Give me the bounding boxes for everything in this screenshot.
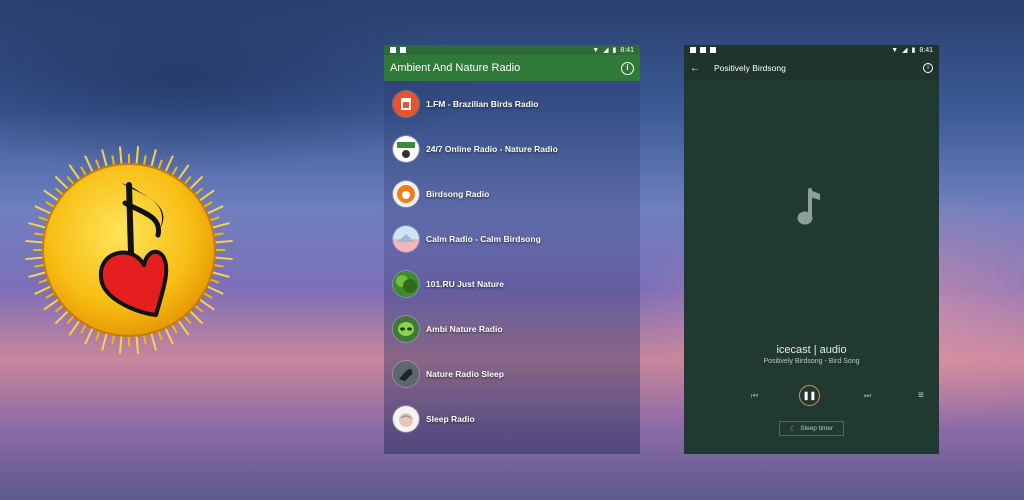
status-bar: ▼ ◢ ▮ 8:41 <box>384 45 640 55</box>
station-name: 1.FM - Brazilian Birds Radio <box>426 98 539 109</box>
station-item[interactable]: 1.FM - Brazilian Birds Radio <box>384 81 640 126</box>
info-icon[interactable]: i <box>621 61 634 75</box>
battery-icon: ▮ <box>911 47 916 54</box>
sun-ray <box>135 146 140 167</box>
station-item[interactable]: Sleep Radio <box>384 396 640 441</box>
skip-next-icon[interactable]: ⏭ <box>864 391 871 401</box>
sun-ray <box>68 318 82 336</box>
player-controls: ⏮ ❚❚ ⏭ ≡ <box>684 385 939 407</box>
sleep-timer-button[interactable]: ☾ Sleep timer <box>779 421 844 436</box>
bird-photo-icon <box>393 360 419 387</box>
station-name: Birdsong Radio <box>426 188 490 199</box>
stream-subtitle: Positively Birdsong - Bird Song <box>763 358 860 365</box>
music-note-heart-sun-icon <box>25 146 233 354</box>
station-item[interactable]: Birdsong Radio <box>384 171 640 216</box>
clock: 8:41 <box>919 46 933 54</box>
ambi-alien-logo-icon <box>393 315 419 342</box>
sun-ray <box>187 308 204 325</box>
sun-ray <box>54 175 71 192</box>
sun-ray <box>212 256 233 261</box>
stream-title: icecast | audio <box>776 344 847 356</box>
sun-ray <box>68 164 82 182</box>
sun-ray <box>54 308 71 325</box>
station-name: Calm Radio - Calm Birdsong <box>426 233 541 244</box>
image-icon <box>700 47 706 53</box>
sleep-timer-label: Sleep timer <box>800 425 834 432</box>
birdsong-logo-icon <box>393 180 419 207</box>
sun-ray <box>209 222 230 230</box>
station-list-screen: ▼ ◢ ▮ 8:41 Ambient And Nature Radio i 1.… <box>384 45 640 454</box>
sun-ray <box>197 297 215 311</box>
notification-icon <box>390 47 396 53</box>
sun-ray <box>176 164 190 182</box>
clock: 8:41 <box>620 46 634 54</box>
signal-icon: ◢ <box>902 47 908 54</box>
app-title: Ambient And Nature Radio <box>390 62 521 74</box>
image-icon <box>710 47 716 53</box>
station-title: Positively Birdsong <box>714 63 786 73</box>
sun-ray <box>149 149 157 170</box>
notification-icon <box>690 47 696 53</box>
moon-icon: ☾ <box>789 425 797 433</box>
sun-ray <box>212 239 233 244</box>
signal-icon: ◢ <box>603 47 609 54</box>
app-bar: Ambient And Nature Radio i <box>384 55 640 81</box>
app-logo <box>22 143 236 357</box>
station-name: 24/7 Online Radio - Nature Radio <box>426 143 558 154</box>
station-name: Nature Radio Sleep <box>426 368 504 379</box>
calm-radio-logo-icon <box>393 225 419 252</box>
sun-ray <box>118 333 123 354</box>
wifi-icon: ▼ <box>891 46 899 54</box>
info-icon[interactable]: i <box>923 63 933 73</box>
nature-radio-logo-icon <box>393 135 419 162</box>
station-item[interactable]: Ambi Nature Radio <box>384 306 640 351</box>
sun-ray <box>118 146 123 167</box>
back-arrow-icon[interactable]: ← <box>690 63 700 74</box>
sun-ray <box>197 189 215 203</box>
station-item[interactable]: Nature Radio Sleep <box>384 351 640 396</box>
sun-ray <box>28 222 49 230</box>
just-nature-logo-icon <box>393 270 419 297</box>
1fm-logo-icon <box>393 90 419 117</box>
station-item[interactable]: Calm Radio - Calm Birdsong <box>384 216 640 261</box>
status-bar: ▼ ◢ ▮ 8:41 <box>684 45 939 55</box>
image-icon <box>400 47 406 53</box>
sun-ray <box>163 325 174 345</box>
app-bar: ← Positively Birdsong i <box>684 55 939 81</box>
sun-ray <box>187 175 204 192</box>
station-item[interactable]: 101.RU Just Nature <box>384 261 640 306</box>
station-item[interactable]: 24/7 Online Radio - Nature Radio <box>384 126 640 171</box>
sun-ray <box>135 333 140 354</box>
station-list: 1.FM - Brazilian Birds Radio 24/7 Online… <box>384 81 640 441</box>
station-name: 101.RU Just Nature <box>426 278 504 289</box>
queue-icon[interactable]: ≡ <box>918 390 924 401</box>
station-name: Ambi Nature Radio <box>426 323 503 334</box>
sleep-radio-logo-icon <box>393 405 419 432</box>
station-name: Sleep Radio <box>426 413 475 424</box>
wifi-icon: ▼ <box>592 46 600 54</box>
skip-previous-icon[interactable]: ⏮ <box>751 391 758 401</box>
pause-button[interactable]: ❚❚ <box>799 385 820 406</box>
sun-ray <box>176 318 190 336</box>
player-screen: ▼ ◢ ▮ 8:41 ← Positively Birdsong i iceca… <box>684 45 939 454</box>
sun-ray <box>101 149 109 170</box>
battery-icon: ▮ <box>612 47 617 54</box>
pause-icon: ❚❚ <box>802 391 817 400</box>
music-note-icon <box>797 188 820 225</box>
sun-ray <box>84 325 95 345</box>
